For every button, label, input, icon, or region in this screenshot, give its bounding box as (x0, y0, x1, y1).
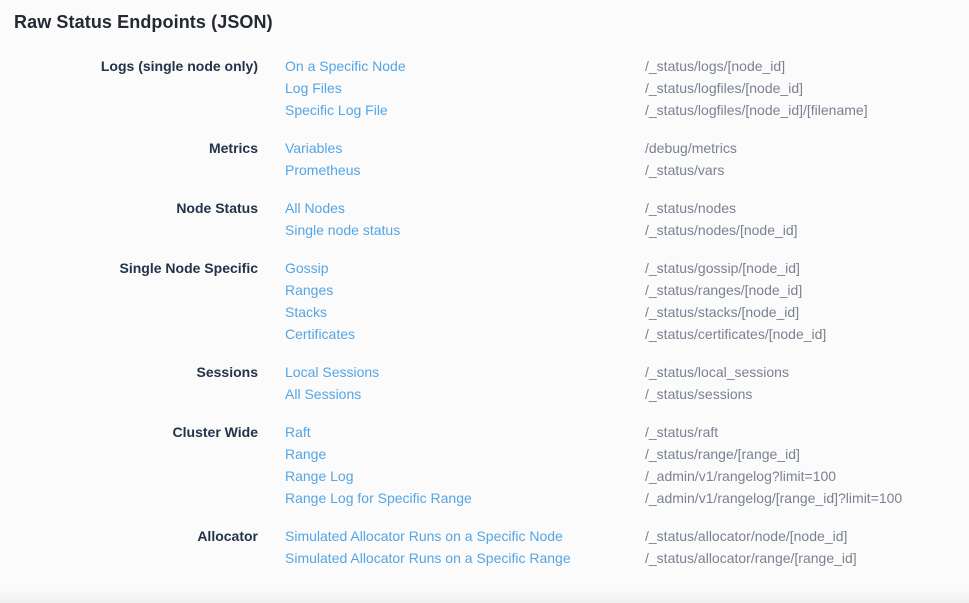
endpoint-link[interactable]: Stacks (285, 301, 645, 323)
endpoint-path: /_status/gossip/[node_id] (645, 257, 800, 279)
endpoint-row: Gossip/_status/gossip/[node_id] (285, 257, 826, 279)
endpoint-path: /_status/logfiles/[node_id]/[filename] (645, 99, 868, 121)
endpoint-row: On a Specific Node/_status/logs/[node_id… (285, 55, 868, 77)
endpoint-link[interactable]: Range Log (285, 465, 645, 487)
endpoint-row: Simulated Allocator Runs on a Specific R… (285, 547, 857, 569)
endpoint-section: Allocator Simulated Allocator Runs on a S… (0, 525, 969, 569)
endpoint-section: Node Status All Nodes/_status/nodesSingle… (0, 197, 969, 241)
endpoint-row: Raft/_status/raft (285, 421, 902, 443)
endpoint-link[interactable]: All Sessions (285, 383, 645, 405)
endpoint-row: Range Log/_admin/v1/rangelog?limit=100 (285, 465, 902, 487)
endpoint-row: Stacks/_status/stacks/[node_id] (285, 301, 826, 323)
category-label: Sessions (0, 361, 258, 405)
endpoint-path: /_status/stacks/[node_id] (645, 301, 799, 323)
endpoint-path: /_status/allocator/node/[node_id] (645, 525, 847, 547)
endpoint-path: /_status/logs/[node_id] (645, 55, 785, 77)
footer-strip (0, 589, 969, 603)
endpoint-row: Specific Log File/_status/logfiles/[node… (285, 99, 868, 121)
endpoint-link[interactable]: Prometheus (285, 159, 645, 181)
endpoint-row: Simulated Allocator Runs on a Specific N… (285, 525, 857, 547)
category-label: Logs (single node only) (0, 55, 258, 121)
endpoint-link[interactable]: Certificates (285, 323, 645, 345)
endpoint-path: /_status/range/[range_id] (645, 443, 800, 465)
endpoint-path: /_status/nodes/[node_id] (645, 219, 798, 241)
endpoint-rows: Variables/debug/metricsPrometheus/_statu… (285, 137, 737, 181)
endpoint-row: Single node status/_status/nodes/[node_i… (285, 219, 798, 241)
endpoint-link[interactable]: Simulated Allocator Runs on a Specific N… (285, 525, 645, 547)
endpoint-link[interactable]: Ranges (285, 279, 645, 301)
endpoint-section: Sessions Local Sessions/_status/local_ses… (0, 361, 969, 405)
endpoint-row: All Nodes/_status/nodes (285, 197, 798, 219)
endpoint-link[interactable]: Gossip (285, 257, 645, 279)
endpoint-row: Local Sessions/_status/local_sessions (285, 361, 789, 383)
endpoint-path: /_status/raft (645, 421, 718, 443)
endpoint-path: /_status/logfiles/[node_id] (645, 77, 803, 99)
endpoint-row: Range/_status/range/[range_id] (285, 443, 902, 465)
endpoint-link[interactable]: Log Files (285, 77, 645, 99)
category-label: Allocator (0, 525, 258, 569)
endpoint-row: Ranges/_status/ranges/[node_id] (285, 279, 826, 301)
endpoint-link[interactable]: Simulated Allocator Runs on a Specific R… (285, 547, 645, 569)
endpoint-path: /_status/certificates/[node_id] (645, 323, 826, 345)
endpoint-link[interactable]: Range (285, 443, 645, 465)
endpoint-section: Metrics Variables/debug/metricsPrometheus… (0, 137, 969, 181)
category-label: Single Node Specific (0, 257, 258, 345)
category-label: Metrics (0, 137, 258, 181)
endpoint-path: /_admin/v1/rangelog?limit=100 (645, 465, 836, 487)
endpoint-row: Variables/debug/metrics (285, 137, 737, 159)
endpoint-sections: Logs (single node only) On a Specific Nod… (0, 55, 969, 585)
endpoint-path: /_admin/v1/rangelog/[range_id]?limit=100 (645, 487, 902, 509)
page-title: Raw Status Endpoints (JSON) (14, 12, 273, 33)
endpoint-section: Logs (single node only) On a Specific Nod… (0, 55, 969, 121)
endpoint-link[interactable]: Single node status (285, 219, 645, 241)
endpoint-row: Certificates/_status/certificates/[node_… (285, 323, 826, 345)
category-label: Cluster Wide (0, 421, 258, 509)
endpoint-path: /_status/ranges/[node_id] (645, 279, 802, 301)
endpoint-link[interactable]: On a Specific Node (285, 55, 645, 77)
endpoint-row: Range Log for Specific Range/_admin/v1/r… (285, 487, 902, 509)
endpoint-path: /_status/vars (645, 159, 724, 181)
endpoint-rows: Local Sessions/_status/local_sessionsAll… (285, 361, 789, 405)
endpoint-link[interactable]: All Nodes (285, 197, 645, 219)
category-label: Node Status (0, 197, 258, 241)
endpoint-path: /debug/metrics (645, 137, 737, 159)
endpoint-path: /_status/nodes (645, 197, 736, 219)
endpoint-path: /_status/allocator/range/[range_id] (645, 547, 857, 569)
endpoint-rows: Simulated Allocator Runs on a Specific N… (285, 525, 857, 569)
endpoint-row: All Sessions/_status/sessions (285, 383, 789, 405)
endpoint-row: Log Files/_status/logfiles/[node_id] (285, 77, 868, 99)
endpoint-rows: On a Specific Node/_status/logs/[node_id… (285, 55, 868, 121)
endpoint-rows: Raft/_status/raftRange/_status/range/[ra… (285, 421, 902, 509)
endpoint-section: Single Node Specific Gossip/_status/gossi… (0, 257, 969, 345)
endpoint-link[interactable]: Local Sessions (285, 361, 645, 383)
endpoint-path: /_status/local_sessions (645, 361, 789, 383)
endpoint-link[interactable]: Raft (285, 421, 645, 443)
endpoint-row: Prometheus/_status/vars (285, 159, 737, 181)
endpoint-section: Cluster Wide Raft/_status/raftRange/_stat… (0, 421, 969, 509)
endpoint-link[interactable]: Range Log for Specific Range (285, 487, 645, 509)
endpoint-path: /_status/sessions (645, 383, 752, 405)
endpoint-rows: All Nodes/_status/nodesSingle node statu… (285, 197, 798, 241)
endpoint-link[interactable]: Variables (285, 137, 645, 159)
endpoint-link[interactable]: Specific Log File (285, 99, 645, 121)
endpoint-rows: Gossip/_status/gossip/[node_id]Ranges/_s… (285, 257, 826, 345)
